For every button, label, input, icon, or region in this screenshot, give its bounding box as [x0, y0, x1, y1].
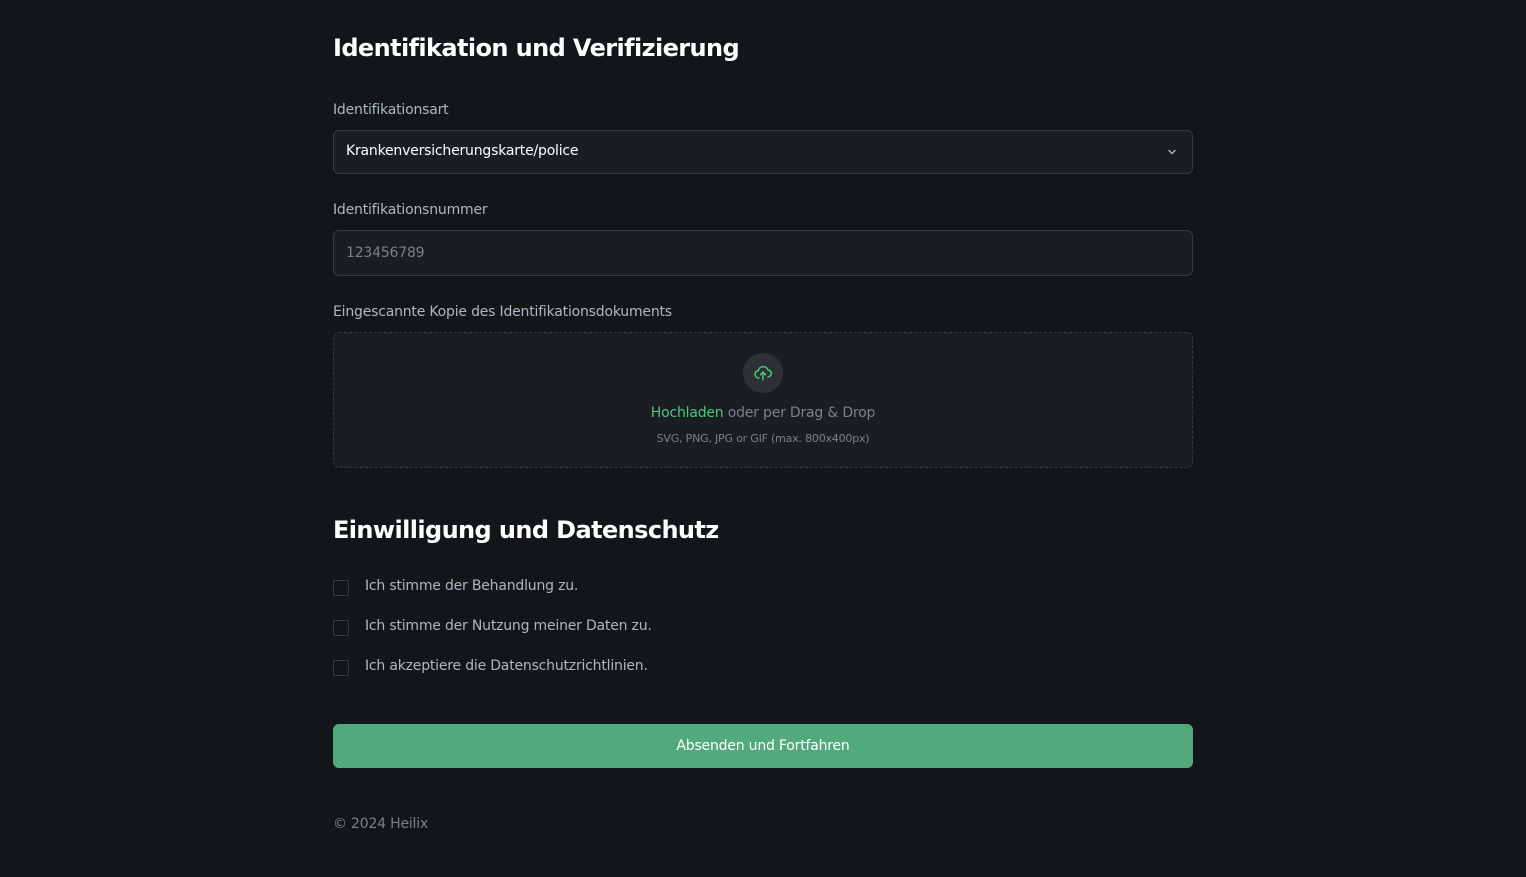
identification-type-label: Identifikationsart	[333, 102, 449, 118]
upload-file-hint: SVG, PNG, JPG or GIF (max. 800x400px)	[656, 432, 870, 445]
upload-link[interactable]: Hochladen	[651, 405, 724, 421]
consent-treatment-label[interactable]: Ich stimme der Behandlung zu.	[365, 578, 578, 594]
upload-drag-drop-text: oder per Drag & Drop	[723, 405, 876, 421]
upload-instructions: Hochladen oder per Drag & Drop	[334, 405, 1192, 421]
upload-icon-circle	[743, 353, 783, 393]
identification-number-input[interactable]	[333, 230, 1193, 276]
identification-type-value: Krankenversicherungskarte/police	[346, 143, 579, 159]
submit-button[interactable]: Absenden und Fortfahren	[333, 724, 1193, 768]
consent-privacy-checkbox[interactable]	[333, 660, 349, 676]
cloud-upload-icon	[754, 365, 772, 381]
document-upload-label: Eingescannte Kopie des Identifikationsdo…	[333, 304, 672, 320]
consent-treatment-checkbox[interactable]	[333, 580, 349, 596]
document-upload-dropzone[interactable]: Hochladen oder per Drag & Drop SVG, PNG,…	[333, 332, 1193, 468]
identification-heading: Identifikation und Verifizierung	[333, 34, 740, 62]
consent-data-usage-checkbox[interactable]	[333, 620, 349, 636]
consent-heading: Einwilligung und Datenschutz	[333, 516, 719, 544]
consent-treatment-row: Ich stimme der Behandlung zu.	[333, 578, 933, 598]
consent-data-usage-row: Ich stimme der Nutzung meiner Daten zu.	[333, 618, 933, 638]
consent-privacy-row: Ich akzeptiere die Datenschutzrichtlinie…	[333, 658, 933, 678]
identification-type-select[interactable]: Krankenversicherungskarte/police	[333, 130, 1193, 174]
chevron-down-icon	[1168, 149, 1176, 155]
copyright-footer: © 2024 Heilix	[333, 816, 429, 832]
consent-privacy-label[interactable]: Ich akzeptiere die Datenschutzrichtlinie…	[365, 658, 648, 674]
consent-data-usage-label[interactable]: Ich stimme der Nutzung meiner Daten zu.	[365, 618, 652, 634]
identification-number-label: Identifikationsnummer	[333, 202, 488, 218]
